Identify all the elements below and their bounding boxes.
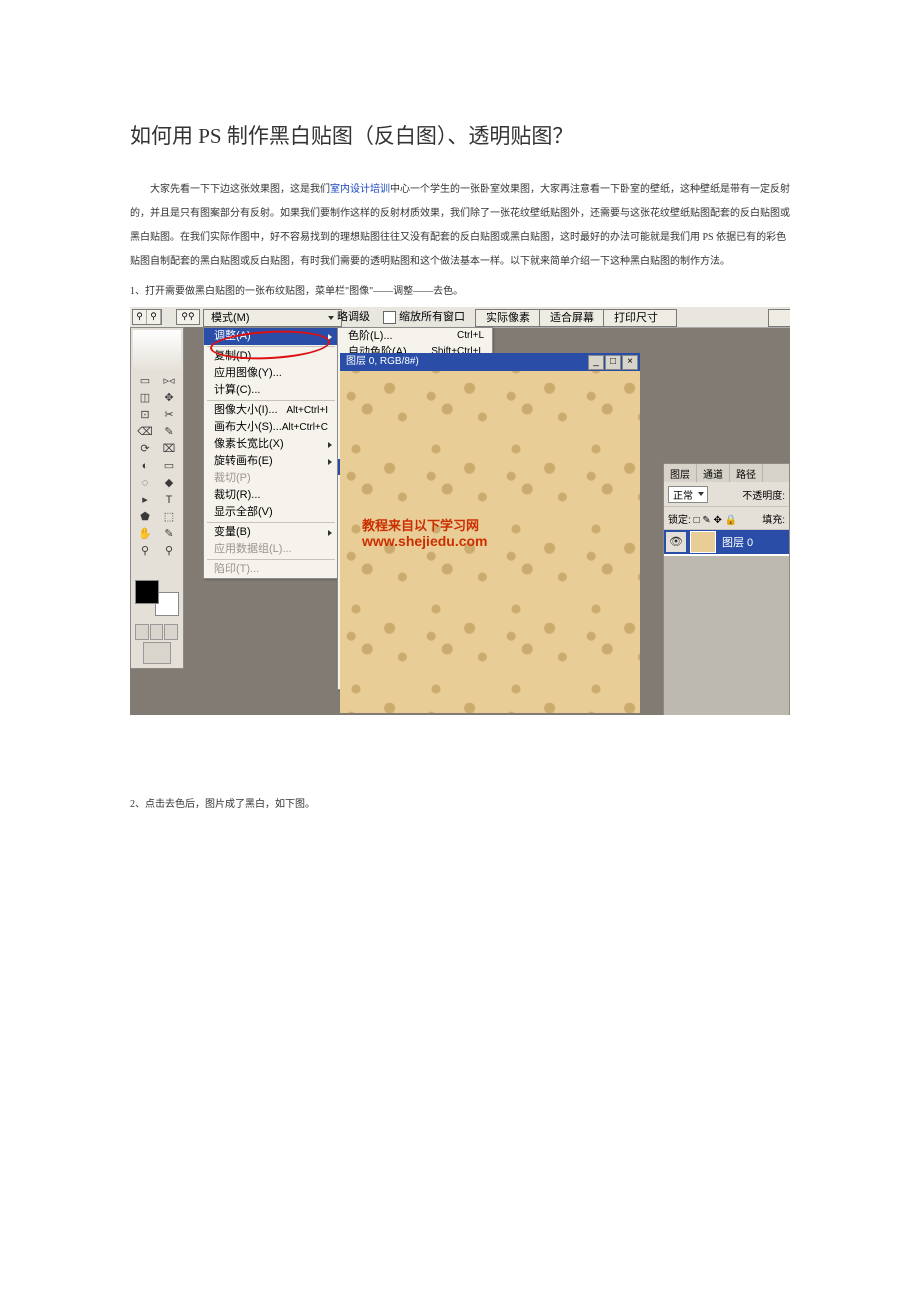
menu-canvas-size[interactable]: 画布大小(S)...Alt+Ctrl+C xyxy=(204,419,338,436)
tool-cell[interactable]: ▭ xyxy=(133,372,157,389)
tab-paths[interactable]: 路径 xyxy=(730,464,763,482)
layer-row-0[interactable]: 👁 图层 0 xyxy=(664,530,789,554)
fill-label: 填充: xyxy=(762,511,785,526)
tool-cell[interactable]: ▭ xyxy=(157,457,181,474)
tool-cell[interactable]: ⊡ xyxy=(133,406,157,423)
tool-cell[interactable]: ◫ xyxy=(133,389,157,406)
window-maximize-icon[interactable]: □ xyxy=(605,355,621,370)
palette-toggle-button[interactable] xyxy=(768,309,790,327)
tab-layers[interactable]: 图层 xyxy=(664,464,697,482)
zoom-all-checkbox[interactable]: 缩放所有窗口 xyxy=(383,309,465,325)
menu-crop: 裁切(P) xyxy=(204,470,338,487)
step-2-text: 2、点击去色后，图片成了黑白，如下图。 xyxy=(130,795,790,810)
menu-duplicate[interactable]: 复制(D)... xyxy=(204,348,338,365)
options-bar: 模式(M) 略调级 缩放所有窗口 实际像素 适合屏幕 打印尺寸 | 画笔 工具预… xyxy=(203,307,790,328)
tool-cell[interactable]: ⚲ xyxy=(133,542,157,559)
tool-cell[interactable]: ✎ xyxy=(157,423,181,440)
layers-empty-area xyxy=(664,556,789,715)
menu-variables[interactable]: 变量(B) xyxy=(204,524,338,541)
screen-mode-buttons[interactable] xyxy=(135,624,179,640)
tool-cell[interactable]: ✥ xyxy=(157,389,181,406)
tool-cell[interactable]: ◐ xyxy=(133,457,157,474)
fit-screen-button[interactable]: 适合屏幕 xyxy=(539,309,613,327)
layers-panel: 图层 通道 路径 正常 不透明度: 锁定: □ ✎ ✥ 🔒 填充: 👁 图层 0 xyxy=(663,463,790,715)
tool-cell[interactable]: ▹◃ xyxy=(157,372,181,389)
menu-pixel-ratio[interactable]: 像素长宽比(X) xyxy=(204,436,338,453)
intro-after: 中心一个学生的一张卧室效果图，大家再注意看一下卧室的壁纸，这种壁纸是带有一定反射… xyxy=(130,184,790,267)
tool-cell[interactable]: ⬟ xyxy=(133,508,157,525)
watermark-text-2: www.shejiedu.com xyxy=(362,533,488,549)
document-titlebar: 图层 0, RGB/8#) _ □ × xyxy=(340,353,640,371)
mode-dropdown[interactable]: 模式(M) xyxy=(203,309,342,327)
tool-cell[interactable]: ✎ xyxy=(157,525,181,542)
layers-panel-tabs: 图层 通道 路径 xyxy=(664,464,789,482)
image-menu: 调整(A) 复制(D)... 应用图像(Y)... 计算(C)... 图像大小(… xyxy=(203,327,339,579)
ps-screenshot: ⚲ ⚲ ⚲⚲ 模式(M) 略调级 缩放所有窗口 实际像素 适合屏幕 打印尺寸 |… xyxy=(130,307,790,715)
step-1-text: 1、打开需要做黑白贴图的一张布纹贴图，菜单栏"图像"——调整——去色。 xyxy=(130,282,790,297)
menu-datasets: 应用数据组(L)... xyxy=(204,541,338,558)
submenu-levels[interactable]: 色阶(L)...Ctrl+L xyxy=(338,328,492,344)
tool-cell[interactable]: ✋ xyxy=(133,525,157,542)
zoom-tool-group[interactable]: ⚲ ⚲ xyxy=(132,309,162,325)
blend-mode-select[interactable]: 正常 xyxy=(668,486,708,503)
tool-cell[interactable]: ⌫ xyxy=(133,423,157,440)
window-minimize-icon[interactable]: _ xyxy=(588,355,604,370)
menu-trap: 陷印(T)... xyxy=(204,561,338,578)
article-title: 如何用 PS 制作黑白贴图（反白图）、透明贴图？ xyxy=(130,120,790,150)
lock-label: 锁定: xyxy=(668,515,691,526)
tool-cell[interactable]: ⌧ xyxy=(157,440,181,457)
zoom-out-icon[interactable]: ⚲ xyxy=(147,310,161,324)
options-bar-left: ⚲ ⚲ ⚲⚲ xyxy=(130,307,204,327)
zoom-preset[interactable]: ⚲⚲ xyxy=(176,309,200,325)
zoom-adjust-label: 略调级 xyxy=(337,309,370,325)
lock-icons[interactable]: □ ✎ ✥ 🔒 xyxy=(694,515,738,526)
intro-before: 大家先看一下下边这张效果图，这是我们 xyxy=(130,184,330,195)
brush-preview xyxy=(133,330,181,370)
menu-apply-image[interactable]: 应用图像(Y)... xyxy=(204,365,338,382)
menu-adjust[interactable]: 调整(A) xyxy=(204,328,338,345)
menu-reveal-all[interactable]: 显示全部(V) xyxy=(204,504,338,521)
tool-cell[interactable]: ◆ xyxy=(157,474,181,491)
training-link[interactable]: 室内设计培训 xyxy=(330,184,390,195)
tool-cell[interactable]: ▸ xyxy=(133,491,157,508)
visibility-eye-icon[interactable]: 👁 xyxy=(666,532,686,552)
color-swatches[interactable] xyxy=(135,580,179,616)
print-size-button[interactable]: 打印尺寸 xyxy=(603,309,677,327)
menu-calculations[interactable]: 计算(C)... xyxy=(204,382,338,399)
layer-name: 图层 0 xyxy=(722,534,753,550)
jump-to-imageready-icon[interactable] xyxy=(143,642,171,664)
tools-palette: ▭▹◃◫✥⊡✂⌫✎⟳⌧◐▭◌◆▸T⬟⬚✋✎⚲⚲ xyxy=(130,327,184,669)
menu-trim[interactable]: 裁切(R)... xyxy=(204,487,338,504)
tool-cell[interactable]: ⟳ xyxy=(133,440,157,457)
tool-cell[interactable]: ⬚ xyxy=(157,508,181,525)
zoom-in-icon[interactable]: ⚲ xyxy=(133,310,147,324)
tab-channels[interactable]: 通道 xyxy=(697,464,730,482)
window-close-icon[interactable]: × xyxy=(622,355,638,370)
document-window: 图层 0, RGB/8#) _ □ × 教程来自以下学习网 www.shejie… xyxy=(340,353,640,713)
tool-cell[interactable]: T xyxy=(157,491,181,508)
layer-thumbnail xyxy=(690,531,716,553)
intro-paragraph: 大家先看一下下边这张效果图，这是我们室内设计培训中心一个学生的一张卧室效果图，大… xyxy=(130,178,790,274)
opacity-label: 不透明度: xyxy=(742,487,785,502)
foreground-color[interactable] xyxy=(135,580,159,604)
menu-rotate-canvas[interactable]: 旋转画布(E) xyxy=(204,453,338,470)
tool-cell[interactable]: ✂ xyxy=(157,406,181,423)
menu-image-size[interactable]: 图像大小(I)...Alt+Ctrl+I xyxy=(204,402,338,419)
tool-cell[interactable]: ◌ xyxy=(133,474,157,491)
actual-pixels-button[interactable]: 实际像素 xyxy=(475,309,549,327)
tool-cell[interactable]: ⚲ xyxy=(157,542,181,559)
watermark-text-1: 教程来自以下学习网 xyxy=(362,515,479,534)
